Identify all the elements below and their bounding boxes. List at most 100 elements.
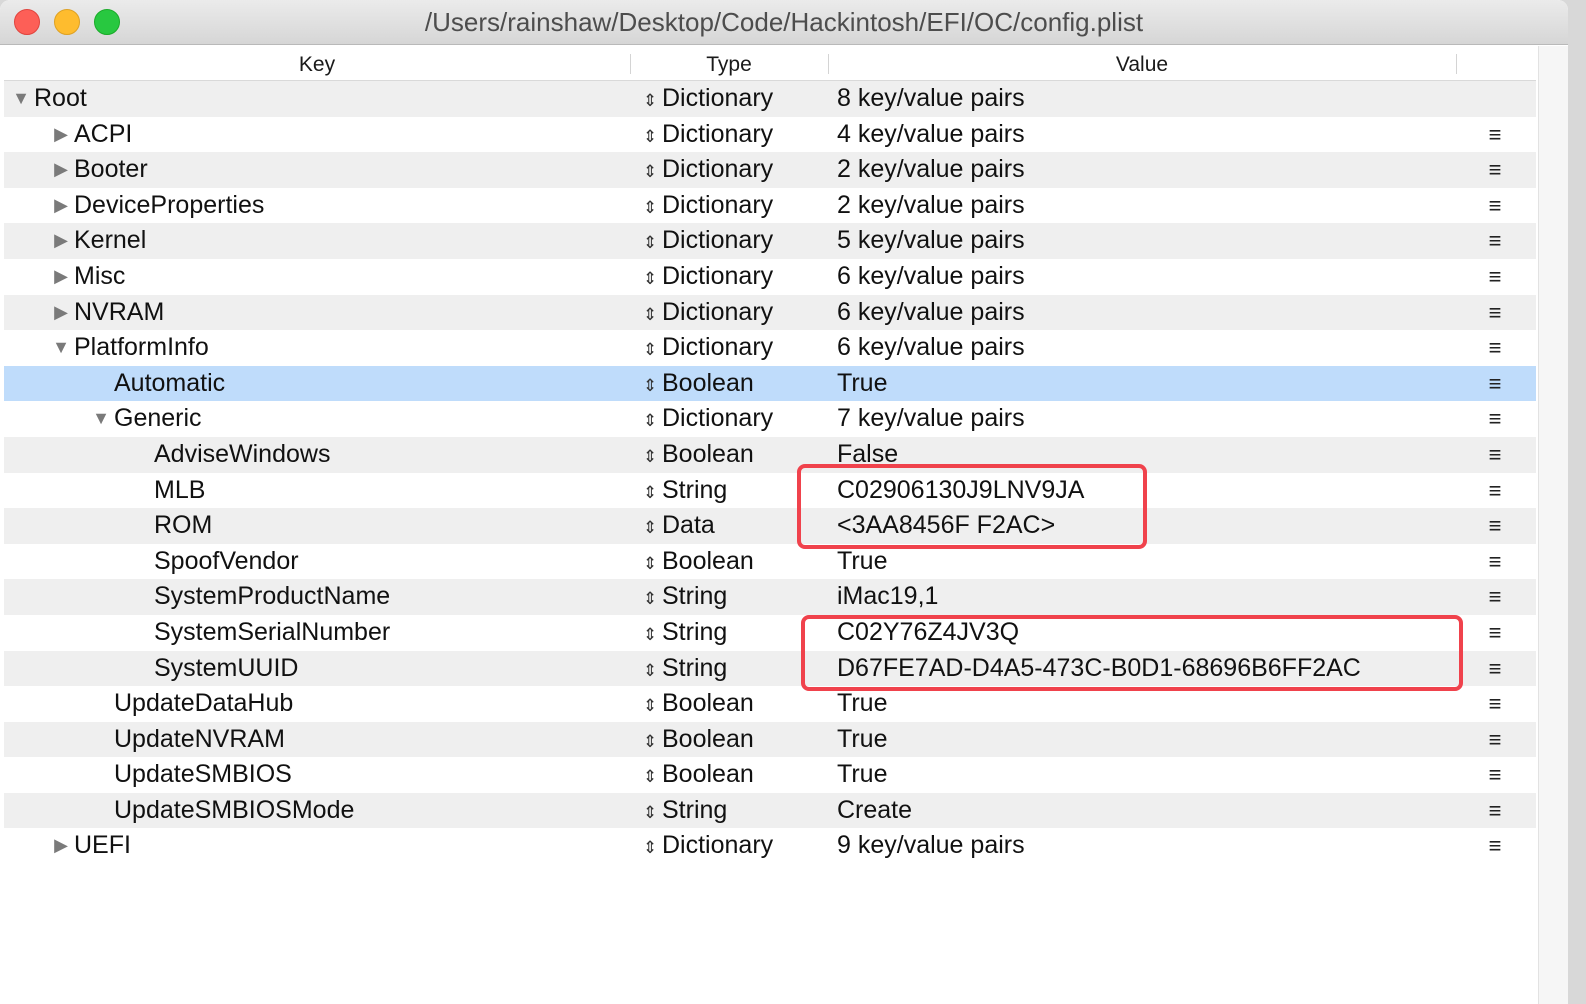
table-row[interactable]: ▶ ACPI ⇕ Dictionary 4 key/value pairs ≡: [4, 116, 1536, 153]
disclosure-collapsed-icon[interactable]: ▶: [52, 828, 70, 864]
type-popup[interactable]: ⇕ Boolean: [640, 366, 830, 402]
table-row[interactable]: ▼ Root ⇕ Dictionary 8 key/value pairs: [4, 81, 1536, 117]
value-cell[interactable]: 2 key/value pairs: [837, 152, 1457, 188]
disclosure-collapsed-icon[interactable]: ▶: [52, 152, 70, 188]
value-cell[interactable]: True: [837, 366, 1457, 402]
key-cell[interactable]: ▼ Generic: [4, 401, 717, 437]
type-popup[interactable]: ⇕ Data: [640, 508, 830, 544]
row-menu-icon[interactable]: ≡: [1480, 152, 1510, 188]
value-cell[interactable]: True: [837, 686, 1457, 722]
table-row[interactable]: ▼ Generic ⇕ Dictionary 7 key/value pairs ≡: [4, 401, 1536, 437]
key-cell[interactable]: ▶ DeviceProperties: [4, 188, 677, 224]
value-cell[interactable]: True: [837, 757, 1457, 793]
type-popup-arrows-icon[interactable]: ⇕: [640, 119, 660, 155]
row-menu-icon[interactable]: ≡: [1480, 223, 1510, 259]
type-popup-arrows-icon[interactable]: ⇕: [640, 83, 660, 119]
value-cell[interactable]: False: [837, 437, 1457, 473]
type-popup-arrows-icon[interactable]: ⇕: [640, 617, 660, 653]
row-menu-icon[interactable]: ≡: [1480, 117, 1510, 153]
type-popup-arrows-icon[interactable]: ⇕: [640, 403, 660, 439]
value-cell[interactable]: 7 key/value pairs: [837, 401, 1457, 437]
type-popup[interactable]: ⇕ Dictionary: [640, 117, 830, 153]
disclosure-expanded-icon[interactable]: ▼: [12, 81, 30, 117]
value-cell[interactable]: D67FE7AD-D4A5-473C-B0D1-68696B6FF2AC: [837, 651, 1457, 687]
table-row[interactable]: ▼ PlatformInfo ⇕ Dictionary 6 key/value pair…: [4, 330, 1536, 366]
key-cell[interactable]: ▼ Root: [4, 81, 637, 117]
table-row[interactable]: ▶ DeviceProperties ⇕ Dictionary 2 key/value …: [4, 187, 1536, 226]
type-popup[interactable]: ⇕ Boolean: [640, 686, 830, 722]
column-header-value[interactable]: Value: [829, 46, 1455, 80]
column-header-type[interactable]: Type: [631, 46, 827, 80]
type-popup-arrows-icon[interactable]: ⇕: [640, 688, 660, 724]
table-row[interactable]: ▶ Kernel ⇕ Dictionary 5 key/value pairs ≡: [4, 223, 1536, 259]
key-cell[interactable]: UpdateSMBIOS: [4, 757, 717, 793]
value-cell[interactable]: True: [837, 722, 1457, 758]
column-divider[interactable]: [1456, 54, 1457, 74]
type-popup-arrows-icon[interactable]: ⇕: [640, 190, 660, 226]
table-row[interactable]: UpdateSMBIOSMode ⇕ String Create ≡: [4, 792, 1536, 831]
disclosure-expanded-icon[interactable]: ▼: [92, 401, 110, 437]
table-row[interactable]: SystemSerialNumber ⇕ String C02Y76Z4JV3Q ≡: [4, 614, 1536, 653]
row-menu-icon[interactable]: ≡: [1480, 295, 1510, 331]
type-popup[interactable]: ⇕ Boolean: [640, 722, 830, 758]
row-menu-icon[interactable]: ≡: [1480, 615, 1510, 651]
table-row[interactable]: SpoofVendor ⇕ Boolean True ≡: [4, 543, 1536, 580]
row-menu-icon[interactable]: ≡: [1480, 366, 1510, 402]
key-cell[interactable]: ▶ Kernel: [4, 223, 677, 259]
key-cell[interactable]: UpdateSMBIOSMode: [4, 793, 717, 829]
row-menu-icon[interactable]: ≡: [1480, 508, 1510, 544]
type-popup-arrows-icon[interactable]: ⇕: [640, 830, 660, 866]
row-menu-icon[interactable]: ≡: [1480, 757, 1510, 793]
type-popup-arrows-icon[interactable]: ⇕: [640, 225, 660, 261]
value-cell[interactable]: C02Y76Z4JV3Q: [837, 615, 1457, 651]
key-cell[interactable]: ▶ NVRAM: [4, 295, 677, 331]
value-cell[interactable]: 2 key/value pairs: [837, 188, 1457, 224]
value-cell[interactable]: 8 key/value pairs: [837, 81, 1457, 117]
vertical-scrollbar[interactable]: [1538, 46, 1568, 1004]
row-menu-icon[interactable]: ≡: [1480, 793, 1510, 829]
type-popup[interactable]: ⇕ Dictionary: [640, 330, 830, 366]
type-popup[interactable]: ⇕ Dictionary: [640, 81, 830, 117]
table-row[interactable]: AdviseWindows ⇕ Boolean False ≡: [4, 436, 1536, 473]
disclosure-collapsed-icon[interactable]: ▶: [52, 259, 70, 295]
table-row[interactable]: ▶ Misc ⇕ Dictionary 6 key/value pairs ≡: [4, 258, 1536, 295]
type-popup-arrows-icon[interactable]: ⇕: [640, 759, 660, 795]
disclosure-collapsed-icon[interactable]: ▶: [52, 223, 70, 259]
type-popup[interactable]: ⇕ Dictionary: [640, 828, 830, 864]
type-popup-arrows-icon[interactable]: ⇕: [640, 475, 660, 511]
row-menu-icon[interactable]: ≡: [1480, 722, 1510, 758]
value-cell[interactable]: Create: [837, 793, 1457, 829]
key-cell[interactable]: ▶ UEFI: [4, 828, 677, 864]
value-cell[interactable]: C02906130J9LNV9JA: [837, 473, 1457, 509]
key-cell[interactable]: UpdateNVRAM: [4, 722, 717, 758]
disclosure-collapsed-icon[interactable]: ▶: [52, 295, 70, 331]
type-popup[interactable]: ⇕ Dictionary: [640, 295, 830, 331]
row-menu-icon[interactable]: ≡: [1480, 651, 1510, 687]
table-row[interactable]: ▶ UEFI ⇕ Dictionary 9 key/value pairs ≡: [4, 828, 1536, 865]
table-row[interactable]: SystemUUID ⇕ String D67FE7AD-D4A5-473C-B0D1…: [4, 650, 1536, 687]
key-cell[interactable]: ▶ Booter: [4, 152, 677, 188]
table-row[interactable]: ROM ⇕ Data <3AA8456F F2AC> ≡: [4, 508, 1536, 544]
type-popup[interactable]: ⇕ String: [640, 579, 830, 615]
type-popup[interactable]: ⇕ Dictionary: [640, 152, 830, 188]
value-cell[interactable]: 5 key/value pairs: [837, 223, 1457, 259]
key-cell[interactable]: Automatic: [4, 366, 717, 402]
row-menu-icon[interactable]: ≡: [1480, 473, 1510, 509]
key-cell[interactable]: UpdateDataHub: [4, 686, 717, 722]
type-popup-arrows-icon[interactable]: ⇕: [640, 795, 660, 831]
row-menu-icon[interactable]: ≡: [1480, 828, 1510, 864]
row-menu-icon[interactable]: ≡: [1480, 579, 1510, 615]
type-popup-arrows-icon[interactable]: ⇕: [640, 439, 660, 475]
value-cell[interactable]: iMac19,1: [837, 579, 1457, 615]
table-row[interactable]: SystemProductName ⇕ String iMac19,1 ≡: [4, 579, 1536, 615]
type-popup[interactable]: ⇕ Dictionary: [640, 259, 830, 295]
disclosure-expanded-icon[interactable]: ▼: [52, 330, 70, 366]
type-popup-arrows-icon[interactable]: ⇕: [640, 297, 660, 333]
type-popup[interactable]: ⇕ Boolean: [640, 437, 830, 473]
type-popup-arrows-icon[interactable]: ⇕: [640, 368, 660, 404]
table-row[interactable]: Automatic ⇕ Boolean True ≡: [4, 365, 1536, 402]
disclosure-collapsed-icon[interactable]: ▶: [52, 117, 70, 153]
key-cell[interactable]: ▶ Misc: [4, 259, 677, 295]
type-popup-arrows-icon[interactable]: ⇕: [640, 261, 660, 297]
type-popup[interactable]: ⇕ String: [640, 651, 830, 687]
